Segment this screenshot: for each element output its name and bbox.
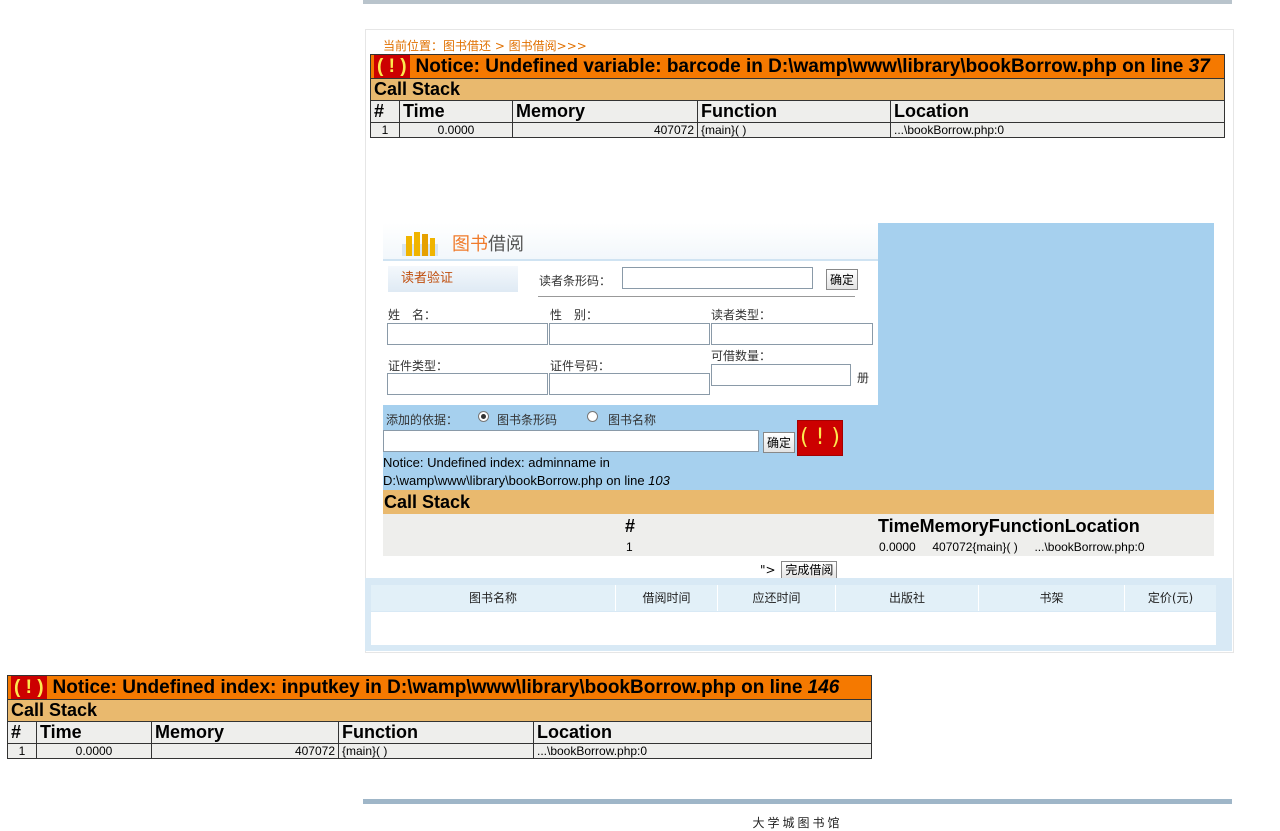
error-line-number: 37 [1188,56,1210,77]
card-title: 图书借阅 [452,234,524,255]
xdebug-error-barcode: ( ! ) Notice: Undefined variable: barcode… [370,54,1225,138]
borrow-list-body [371,612,1216,645]
unit-label: 册 [857,371,870,385]
col-function: Function [338,721,534,744]
radio-barcode[interactable] [478,411,489,422]
finish-row: "> 完成借阅 [760,561,838,579]
radio-bookname-label: 图书名称 [608,413,657,427]
reader-confirm-button[interactable]: 确定 [826,269,859,290]
add-basis-label: 添加的依据： [386,413,459,427]
row-details: 0.0000 407072{main}( ) ...\bookBorrow.ph… [879,540,1145,554]
error-message: Notice: Undefined index: inputkey in D:\… [52,677,808,698]
table-row: 1 0.0000 407072 {main}( ) ...\bookBorrow… [370,122,1225,138]
gender-label: 性 别： [550,308,599,322]
call-stack-grid: # TimeMemoryFunctionLocation 1 0.0000 40… [383,514,1214,556]
reader-type-field[interactable] [711,323,873,345]
reader-type-label: 读者类型： [711,308,772,322]
call-stack-header: Call Stack [7,699,872,722]
call-stack-header: Call Stack [383,490,1214,514]
reader-barcode-input[interactable] [622,267,813,289]
col-shelf: 书架 [979,585,1125,611]
table-row: 1 0.0000 407072 {main}( ) ...\bookBorrow… [7,743,872,759]
borrow-count-label: 可借数量： [711,349,772,363]
col-num: # [370,100,400,123]
book-confirm-button[interactable]: 确定 [763,432,796,453]
col-location: Location [533,721,872,744]
book-key-input[interactable] [383,430,759,452]
col-due-time: 应还时间 [718,585,836,611]
warning-icon: ( ! ) [374,55,410,78]
error-line-number: 146 [807,677,840,698]
tab-reader-verify[interactable]: 读者验证 [388,266,518,292]
warning-icon: ( ! ) [11,676,47,699]
col-time: Time [399,100,513,123]
gender-field[interactable] [549,323,710,345]
warning-icon: ( ! ) [797,420,843,456]
reader-barcode-label: 读者条形码： [539,274,612,288]
col-memory: Memory [512,100,698,123]
col-location: Location [890,100,1225,123]
bottom-border [363,799,1232,804]
col-function: Function [697,100,891,123]
id-type-label: 证件类型： [388,359,449,373]
borrow-list-header: 图书名称 借阅时间 应还时间 出版社 书架 定价(元) [371,585,1216,611]
divider [538,296,855,297]
call-stack-header: Call Stack [370,78,1225,101]
error-title: ( ! ) Notice: Undefined index: inputkey i… [7,675,872,700]
col-publisher: 出版社 [836,585,979,611]
error-message-adminname: Notice: Undefined index: adminname in D:… [383,455,670,488]
name-label: 姓 名： [388,308,437,322]
error-title: ( ! ) Notice: Undefined variable: barcode… [370,54,1225,79]
breadcrumb: 当前位置：图书借还 > 图书借阅>>> [383,39,587,53]
footer-text: 大学城图书馆 [752,816,843,830]
col-num: # [625,516,636,536]
col-num: # [7,721,37,744]
radio-barcode-label: 图书条形码 [497,413,558,427]
col-borrow-time: 借阅时间 [616,585,718,611]
id-number-field[interactable] [549,373,710,395]
col-price: 定价(元) [1147,591,1194,605]
id-number-label: 证件号码： [550,359,611,373]
error-message: Notice: Undefined variable: barcode in D… [415,56,1189,77]
col-time: Time [36,721,152,744]
row-number: 1 [626,540,633,554]
xdebug-error-inputkey: ( ! ) Notice: Undefined index: inputkey i… [7,675,872,759]
name-field[interactable] [387,323,548,345]
radio-bookname[interactable] [587,411,598,422]
id-type-field[interactable] [387,373,548,395]
col-book-name: 图书名称 [371,585,616,611]
books-icon [402,232,438,256]
col-memory: Memory [151,721,339,744]
finish-borrow-button[interactable]: 完成借阅 [781,561,838,579]
col-headers: TimeMemoryFunctionLocation [878,516,1140,536]
borrow-count-field[interactable] [711,364,851,386]
top-border [363,0,1232,4]
